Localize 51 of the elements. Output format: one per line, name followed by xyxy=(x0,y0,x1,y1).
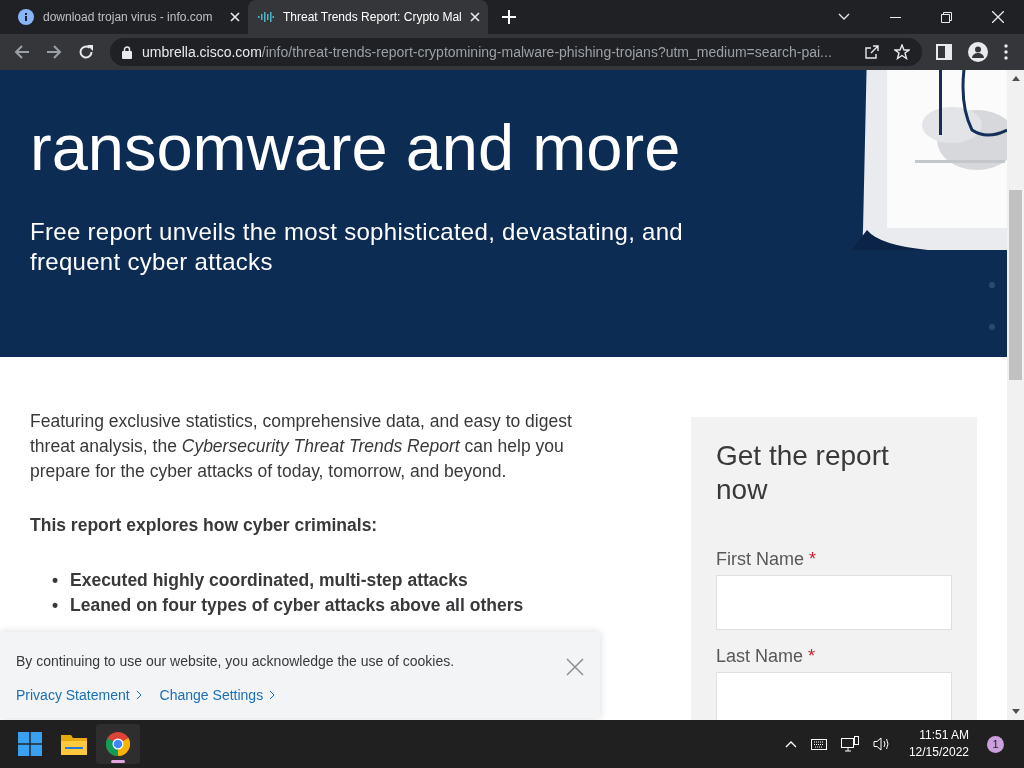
taskbar-app[interactable] xyxy=(96,724,140,764)
reload-icon[interactable] xyxy=(78,44,94,60)
cookie-link[interactable]: Change Settings xyxy=(159,687,276,703)
browser-tab[interactable]: Threat Trends Report: Crypto Mal xyxy=(248,0,488,34)
windows-icon xyxy=(18,732,42,756)
info-icon xyxy=(18,9,34,25)
keyboard-icon[interactable] xyxy=(810,738,827,750)
input-field[interactable] xyxy=(716,672,952,720)
bullet-item: Leaned on four types of cyber attacks above all others xyxy=(70,594,524,617)
scroll-down-icon[interactable] xyxy=(1011,709,1020,714)
chevron-up-icon[interactable] xyxy=(784,740,797,748)
lock-icon xyxy=(122,45,132,59)
bars-icon xyxy=(258,12,274,22)
address-field[interactable]: umbrella.cisco.com/info/threat-trends-report-cryptomining-malware-phishing-trojans?utm_medium=search-pai... xyxy=(110,38,922,66)
profile-icon[interactable] xyxy=(968,42,988,62)
bullet-item: Executed highly coordinated, multi-step attacks xyxy=(70,569,468,592)
chevron-right-icon xyxy=(269,690,276,700)
scrollbar[interactable] xyxy=(1007,70,1024,720)
volume-icon[interactable] xyxy=(872,737,891,751)
bullet-dot: • xyxy=(52,569,60,592)
chevron-right-icon xyxy=(135,690,142,700)
form-title: Get the report now xyxy=(716,439,890,507)
cookie-message: By continuing to use our website, you acknowledge the use of cookies. xyxy=(16,653,456,669)
restore-icon[interactable] xyxy=(941,11,952,23)
share-icon[interactable] xyxy=(864,44,880,60)
hero-subtitle: Free report unveils the most sophisticated, devastating, and frequent cyber attacks xyxy=(30,217,684,277)
clock-time[interactable]: 11:51 AM xyxy=(919,727,969,744)
back-icon[interactable] xyxy=(14,44,30,60)
folder-icon xyxy=(61,733,87,755)
intro-paragraph: Featuring exclusive statistics, comprehensive data, and easy to digest threat analysis, the Cybersecurity Threat Trends Report can help you prepare for the cyber attacks of today, tomorrow, and beyond. xyxy=(30,410,573,483)
hero-heading: ransomware and more xyxy=(30,113,682,183)
field-label: Last Name * xyxy=(716,645,817,668)
new-tab-icon[interactable] xyxy=(502,10,516,24)
minimize-icon[interactable] xyxy=(890,16,901,18)
network-icon[interactable] xyxy=(840,736,859,752)
forward-icon[interactable] xyxy=(46,44,62,60)
input-field[interactable] xyxy=(716,575,952,630)
notification-badge[interactable]: 1 xyxy=(987,735,1004,753)
cookie-link[interactable]: Privacy Statement xyxy=(16,687,142,703)
sidebar-icon[interactable] xyxy=(936,44,952,60)
menu-icon[interactable] xyxy=(1004,44,1008,60)
scroll-up-icon[interactable] xyxy=(1011,76,1020,81)
star-icon[interactable] xyxy=(894,44,910,60)
chevron-down-icon[interactable] xyxy=(838,13,850,21)
chrome-icon xyxy=(106,732,130,756)
list-heading: This report explores how cyber criminals: xyxy=(30,514,379,537)
bullet-dot: • xyxy=(52,594,60,617)
scroll-thumb[interactable] xyxy=(1009,190,1022,380)
browser-tab[interactable]: download trojan virus - info.com xyxy=(8,0,248,34)
clock-date[interactable]: 12/15/2022 xyxy=(908,744,969,761)
field-label: First Name * xyxy=(716,548,818,571)
